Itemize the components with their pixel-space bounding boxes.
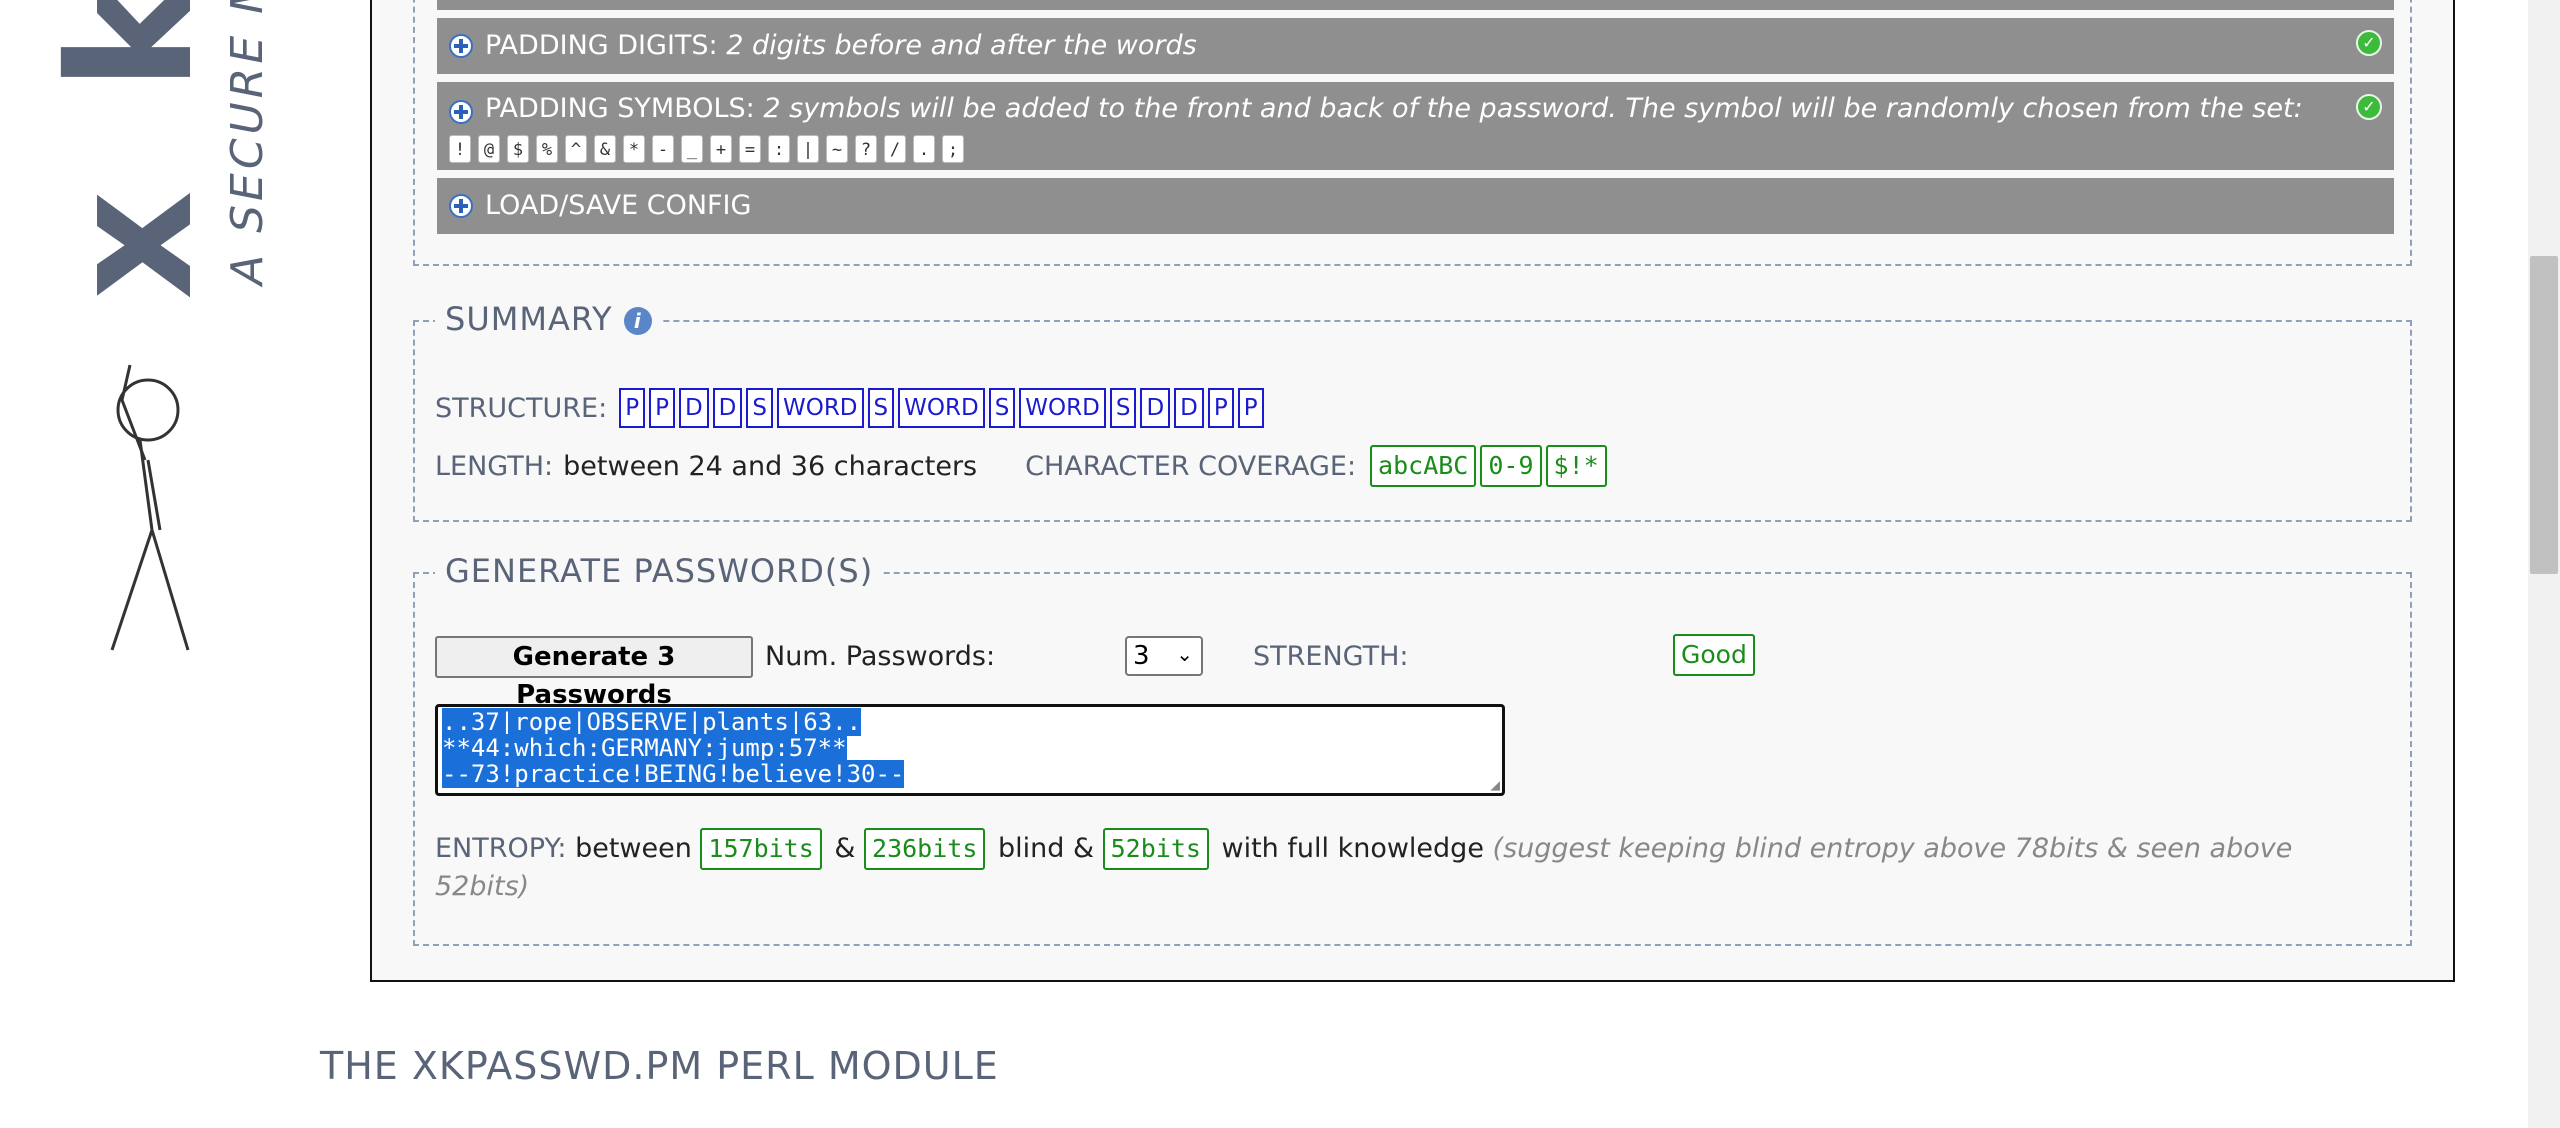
generate-passwords-button[interactable]: Generate 3 Passwords	[435, 636, 753, 710]
password-line: --73!practice!BEING!believe!30--	[442, 760, 905, 788]
coverage-token: 0-9	[1480, 445, 1542, 487]
entropy-text-knowledge: with full knowledge	[1221, 833, 1484, 864]
info-icon[interactable]: i	[623, 307, 652, 335]
padding-digits-label: PADDING DIGITS:	[485, 30, 718, 61]
structure-token: P	[619, 388, 646, 428]
structure-tokens: P P D D S WORD S WORD S WORD S D D P P	[619, 388, 1267, 428]
structure-token: D	[712, 388, 743, 428]
page-scrollbar[interactable]	[2528, 0, 2560, 1128]
symbol-key: &	[594, 135, 616, 163]
structure-token: WORD	[898, 388, 985, 428]
structure-token: D	[1140, 388, 1171, 428]
padding-digits-section[interactable]: PADDING DIGITS: 2 digits before and afte…	[437, 18, 2394, 74]
symbol-key: @	[478, 135, 500, 163]
scrollbar-thumb[interactable]	[2530, 256, 2558, 574]
symbol-key: :	[768, 135, 790, 163]
logo-tagline: A SECURE ME	[222, 0, 270, 288]
check-icon: ✓	[2356, 30, 2382, 56]
structure-token: S	[867, 388, 895, 428]
entropy-text-between: between	[575, 833, 692, 864]
structure-token: P	[649, 388, 675, 428]
structure-token: S	[746, 388, 773, 428]
padding-digits-description: 2 digits before and after the words	[726, 30, 1197, 61]
structure-token: S	[1109, 388, 1137, 428]
structure-token: WORD	[776, 388, 864, 428]
summary-title: SUMMARY	[445, 300, 613, 338]
symbol-key: ?	[855, 135, 877, 163]
symbol-set: ! @ $% ^ & * - _ + =: | ~? /.;	[449, 130, 971, 164]
num-passwords-value: 3	[1133, 641, 1150, 671]
check-icon: ✓	[2356, 94, 2382, 120]
config-panel: PADDING DIGITS: 2 digits before and afte…	[370, 0, 2455, 982]
padding-symbols-description: 2 symbols will be added to the front and…	[763, 93, 2303, 124]
coverage-label: CHARACTER COVERAGE:	[1025, 450, 1357, 482]
symbol-key: !	[449, 135, 471, 163]
symbol-key: ~	[826, 135, 848, 163]
password-lines: ..37|rope|OBSERVE|plants|63.. **44:which:…	[442, 708, 1498, 788]
symbol-key: _	[681, 135, 703, 163]
generate-title: GENERATE PASSWORD(S)	[435, 552, 884, 590]
password-line: ..37|rope|OBSERVE|plants|63..	[442, 708, 862, 736]
structure-token: S	[988, 388, 1016, 428]
summary-legend: SUMMARY i	[435, 300, 662, 338]
length-label: LENGTH:	[435, 450, 554, 482]
generate-fieldset: GENERATE PASSWORD(S) Generate 3 Password…	[413, 552, 2412, 946]
passwords-output[interactable]: ..37|rope|OBSERVE|plants|63.. **44:which:…	[435, 704, 1505, 796]
strength-label: STRENGTH:	[1253, 641, 1409, 672]
entropy-max-badge: 236bits	[864, 828, 986, 870]
expand-plus-icon[interactable]	[449, 34, 473, 58]
entropy-amp: &	[834, 833, 856, 864]
load-save-label: LOAD/SAVE CONFIG	[485, 190, 752, 221]
logo-letters: x k p	[33, 0, 231, 300]
length-row: LENGTH: between 24 and 36 characters CHA…	[435, 444, 1611, 488]
structure-row: STRUCTURE: P P D D S WORD S WORD S WORD S D D P P	[435, 386, 1268, 430]
advanced-settings-fieldset: PADDING DIGITS: 2 digits before and afte…	[413, 0, 2412, 266]
expand-plus-icon[interactable]	[449, 100, 473, 124]
structure-token: P	[1237, 388, 1264, 428]
structure-token: D	[678, 388, 709, 428]
entropy-label: ENTROPY:	[435, 833, 567, 864]
symbol-key: -	[652, 135, 674, 163]
structure-label: STRUCTURE:	[435, 392, 608, 424]
symbol-key: ^	[565, 135, 587, 163]
load-save-config-section[interactable]: LOAD/SAVE CONFIG	[437, 178, 2394, 234]
entropy-row: ENTROPY: between 157bits & 236bits blind…	[435, 828, 2375, 904]
symbol-key: |	[797, 135, 819, 163]
coverage-token: abcABC	[1370, 445, 1477, 487]
stick-figure-icon	[110, 364, 190, 651]
structure-token: WORD	[1019, 388, 1106, 428]
site-logo: x k p A SECURE ME	[30, 0, 273, 690]
chevron-down-icon: ⌄	[1176, 642, 1193, 666]
entropy-min-badge: 157bits	[700, 828, 822, 870]
previous-section-bar	[437, 0, 2394, 10]
strength-value: Good	[1673, 634, 1755, 676]
symbol-key: =	[739, 135, 761, 163]
num-passwords-label: Num. Passwords:	[765, 641, 996, 672]
symbol-key: .	[913, 135, 935, 163]
symbol-key: %	[536, 135, 558, 163]
symbol-key: +	[710, 135, 732, 163]
length-value: between 24 and 36 characters	[563, 450, 978, 482]
entropy-text-blind: blind &	[997, 833, 1095, 864]
padding-symbols-section[interactable]: PADDING SYMBOLS: 2 symbols will be added…	[437, 82, 2394, 170]
perl-module-heading: THE XKPASSWD.PM PERL MODULE	[320, 1044, 999, 1088]
coverage-token: $!*	[1545, 445, 1607, 487]
padding-symbols-label: PADDING SYMBOLS:	[485, 93, 755, 124]
symbol-key: ;	[942, 135, 964, 163]
num-passwords-select[interactable]: 3 ⌄	[1125, 636, 1203, 676]
symbol-key: /	[884, 135, 906, 163]
resize-handle-icon[interactable]: ◢	[1490, 777, 1500, 793]
expand-plus-icon[interactable]	[449, 194, 473, 218]
symbol-key: $	[507, 135, 529, 163]
structure-token: D	[1174, 388, 1204, 428]
structure-token: P	[1207, 388, 1234, 428]
symbol-key: *	[623, 135, 645, 163]
entropy-seen-badge: 52bits	[1102, 828, 1209, 870]
coverage-tokens: abcABC 0-9 $!*	[1370, 445, 1611, 487]
password-line: **44:which:GERMANY:jump:57**	[442, 734, 847, 762]
summary-fieldset: SUMMARY i STRUCTURE: P P D D S WORD S WORD S WORD…	[413, 300, 2412, 522]
